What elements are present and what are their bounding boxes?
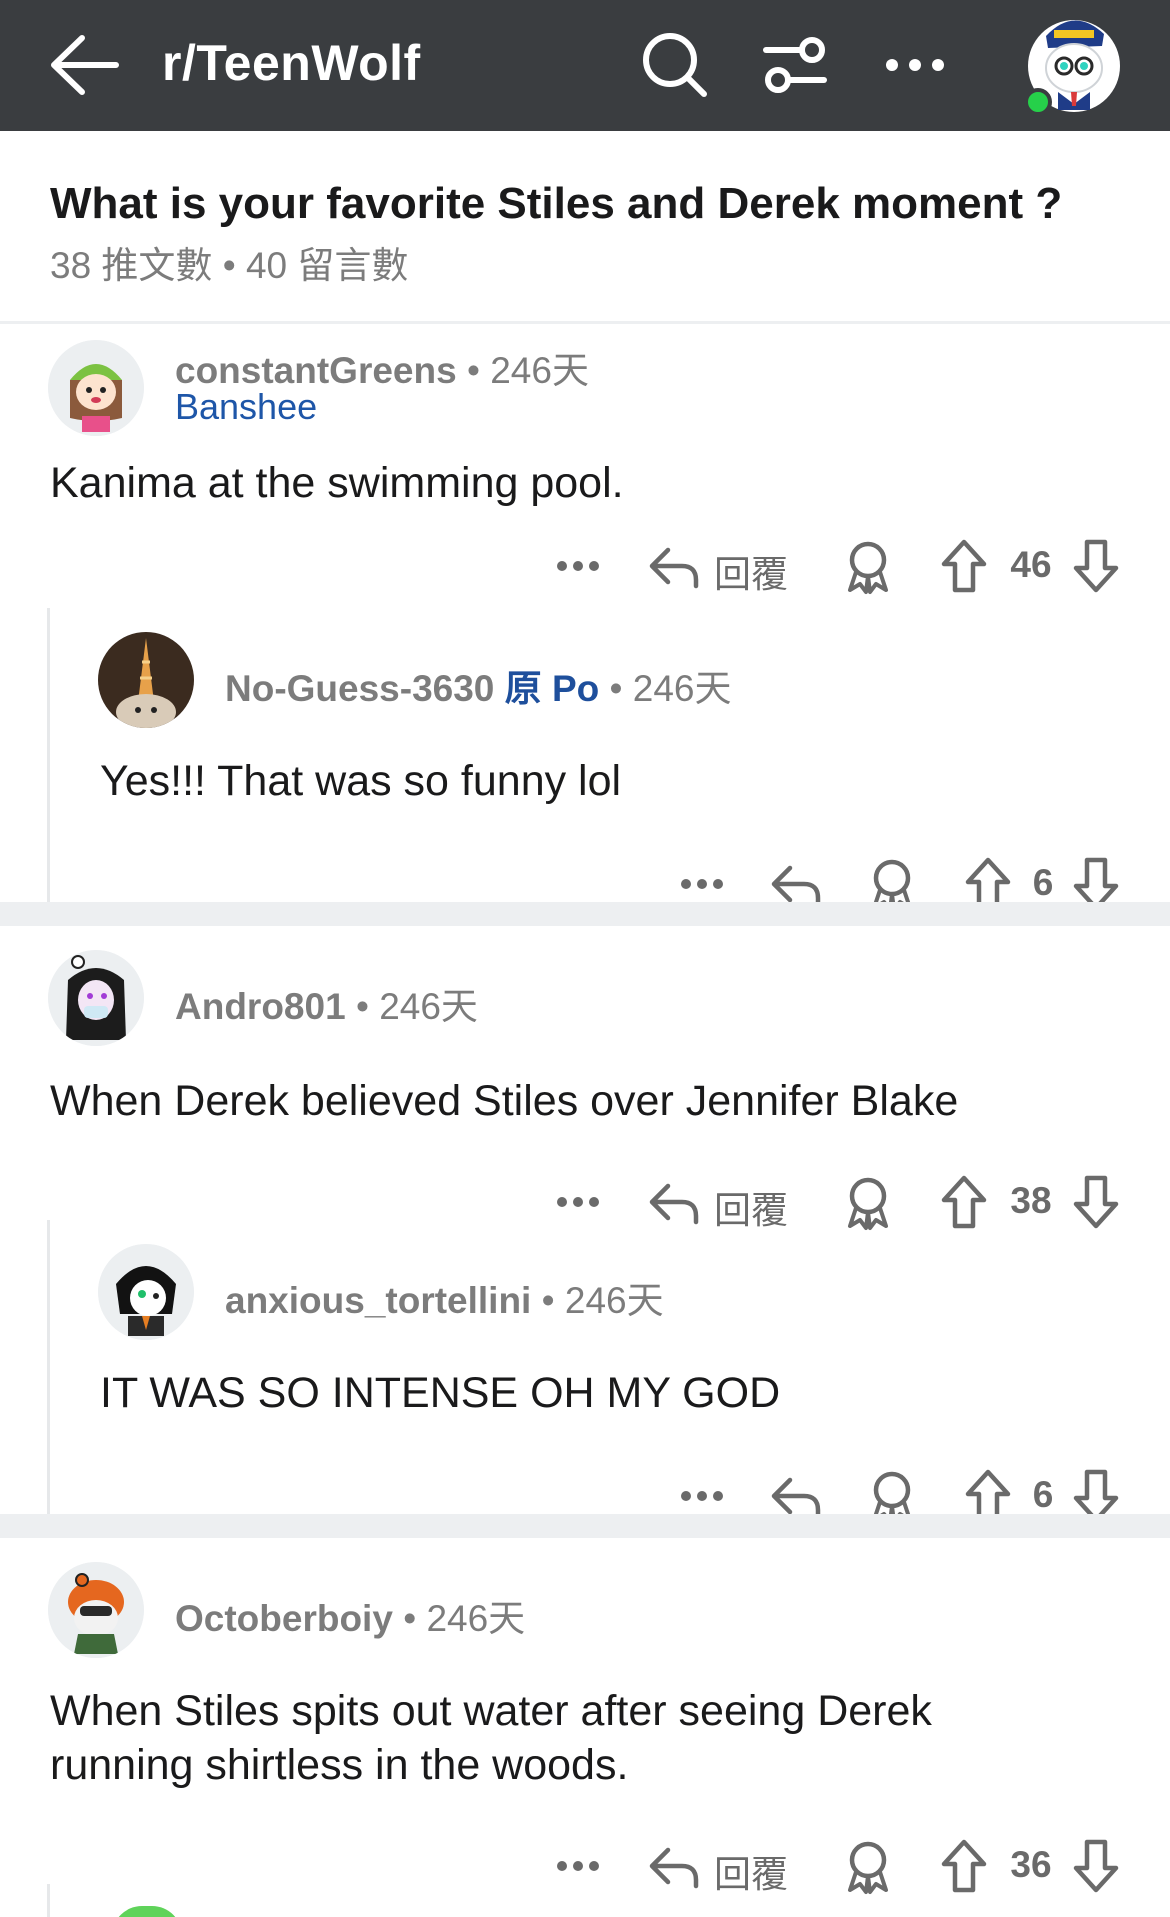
- separator: •: [541, 1280, 555, 1321]
- op-badge: 原 Po: [504, 668, 600, 709]
- upvote-icon[interactable]: [938, 536, 990, 596]
- separator: •: [609, 668, 623, 709]
- vote-count: 6: [1032, 862, 1054, 903]
- award-icon[interactable]: [842, 536, 894, 596]
- upvote-icon[interactable]: [938, 1836, 990, 1896]
- comment-header: No-Guess-3630 原 Po • 246天: [225, 658, 732, 712]
- more-icon[interactable]: [880, 30, 950, 100]
- avatar[interactable]: [98, 1244, 194, 1340]
- comment-age: 246天: [490, 350, 589, 391]
- comment-header: Andro801 • 246天: [175, 976, 478, 1030]
- comment-age: 246天: [379, 986, 478, 1027]
- comment-author[interactable]: No-Guess-3630: [225, 668, 494, 709]
- separator: •: [355, 986, 369, 1027]
- back-arrow-icon[interactable]: [46, 30, 126, 100]
- award-icon[interactable]: [842, 1172, 894, 1232]
- comment-age: 246天: [632, 668, 732, 709]
- downvote-icon[interactable]: [1070, 536, 1122, 596]
- comment-body: When Derek believed Stiles over Jennifer…: [50, 1077, 959, 1125]
- subreddit-title[interactable]: r/TeenWolf: [162, 34, 421, 92]
- vote-count: 36: [1010, 1844, 1052, 1885]
- avatar[interactable]: [48, 340, 144, 436]
- downvote-icon[interactable]: [1070, 1172, 1122, 1232]
- reply-button[interactable]: 回覆: [714, 1180, 788, 1234]
- avatar[interactable]: [98, 632, 194, 728]
- separator: •: [403, 1598, 417, 1639]
- filter-icon[interactable]: [760, 30, 830, 100]
- avatar[interactable]: [48, 950, 144, 1046]
- reply-button[interactable]: 回覆: [714, 544, 788, 598]
- comment-body: Yes!!! That was so funny lol: [100, 757, 622, 805]
- post-header: What is your favorite Stiles and Derek m…: [0, 131, 1170, 324]
- thread-line[interactable]: [47, 1884, 50, 1917]
- thread-line[interactable]: [47, 608, 50, 902]
- section-separator: [0, 1514, 1170, 1538]
- downvote-icon[interactable]: [1070, 1836, 1122, 1896]
- comment-age: 246天: [426, 1598, 526, 1639]
- reply-icon[interactable]: [648, 1836, 700, 1896]
- separator: •: [466, 350, 480, 391]
- upvote-icon[interactable]: [938, 1172, 990, 1232]
- vote-count: 38: [1010, 1180, 1052, 1221]
- more-options-icon[interactable]: [554, 1836, 602, 1896]
- comment-header: anxious_tortellini • 246天: [225, 1270, 664, 1324]
- avatar[interactable]: [48, 1562, 144, 1658]
- section-separator: [0, 902, 1170, 926]
- reply-icon[interactable]: [648, 536, 700, 596]
- comment-author[interactable]: Andro801: [175, 986, 346, 1027]
- reply-icon[interactable]: [648, 1172, 700, 1232]
- comment-body: When Stiles spits out water after seeing…: [50, 1687, 932, 1789]
- thread-line[interactable]: [47, 1220, 50, 1514]
- reply-button[interactable]: 回覆: [714, 1844, 788, 1898]
- online-status-dot: [1024, 88, 1052, 116]
- award-icon[interactable]: [842, 1836, 894, 1896]
- vote-count: 6: [1032, 1474, 1054, 1515]
- post-title: What is your favorite Stiles and Derek m…: [50, 179, 1063, 228]
- comment-author[interactable]: anxious_tortellini: [225, 1280, 531, 1321]
- comment-author[interactable]: constantGreens: [175, 350, 457, 391]
- more-options-icon[interactable]: [554, 1172, 602, 1232]
- top-app-bar: r/TeenWolf: [0, 0, 1170, 131]
- comment-body: Kanima at the swimming pool.: [50, 459, 624, 507]
- vote-count: 46: [1010, 544, 1052, 585]
- comment-age: 246天: [564, 1280, 664, 1321]
- search-icon[interactable]: [640, 30, 710, 100]
- avatar[interactable]: [112, 1906, 182, 1917]
- comment-author[interactable]: Octoberboiy: [175, 1598, 393, 1639]
- user-flair: Banshee: [175, 386, 318, 427]
- more-options-icon[interactable]: [554, 536, 602, 596]
- comment-header: Octoberboiy • 246天: [175, 1588, 525, 1642]
- comment-body: IT WAS SO INTENSE OH MY GOD: [100, 1369, 781, 1417]
- post-meta: 38 推文數 • 40 留言數: [50, 245, 409, 286]
